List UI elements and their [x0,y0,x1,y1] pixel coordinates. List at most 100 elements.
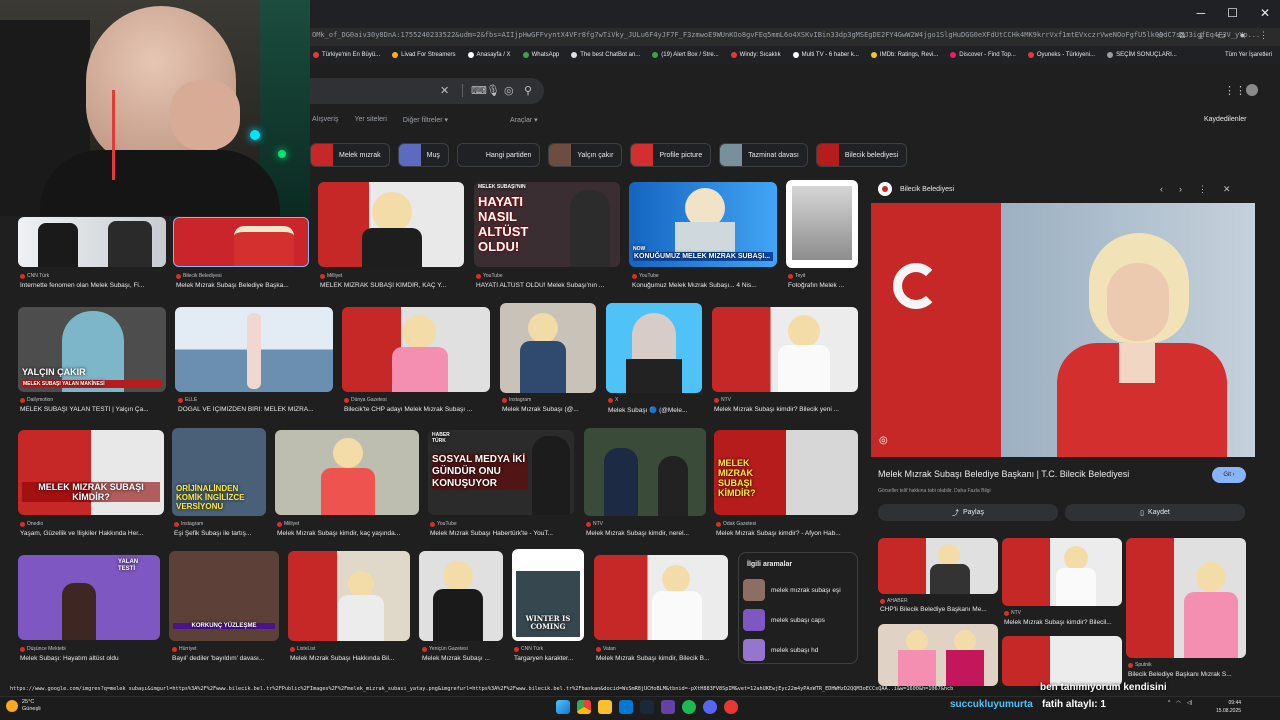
image-thumb-7[interactable]: YALÇIN ÇAKIR MELEK SUBAŞI YALAN MAKİNESİ [18,307,166,392]
download-icon[interactable]: ⤓ [1199,30,1203,41]
image-thumb-15[interactable] [275,430,419,515]
chevron-right-icon[interactable]: › [1179,184,1182,195]
suggestion-chip[interactable]: Yalçın çakır [548,143,623,167]
image-thumb-2[interactable] [173,217,309,267]
related-image-4[interactable] [878,624,998,686]
image-caption[interactable]: Melek Mızrak Subaşı kimdir? Bilecil... [1004,619,1122,626]
keyboard-icon[interactable]: ⌨ [462,84,487,97]
mic-icon[interactable]: 🎙 [486,84,500,97]
app-icon[interactable] [724,700,738,714]
chevron-up-icon[interactable]: ^ [1168,700,1170,706]
share-button[interactable]: ⤴ Paylaş [878,504,1058,521]
preview-image[interactable]: ◎ [871,203,1255,457]
related-image-2[interactable] [1002,538,1122,606]
related-image-5[interactable] [1002,636,1122,686]
edge-icon[interactable] [619,700,633,714]
image-thumb-20[interactable]: KORKUNÇ YÜZLEŞME [169,551,279,641]
image-caption[interactable]: Bilecik Belediye Başkanı Mızrak S... [1128,671,1246,678]
suggestion-chip[interactable]: Bilecik belediyesi [815,143,908,167]
image-caption[interactable]: İnternette fenomen olan Melek Subaşı, Fi… [20,282,166,289]
image-thumb-22[interactable] [419,551,503,641]
image-thumb-19[interactable]: YALAN TESTİ [18,555,160,640]
image-thumb-9[interactable] [342,307,490,392]
image-thumb-17[interactable] [584,428,706,516]
lens-search-icon[interactable]: ◎ [879,435,888,446]
minimize-icon[interactable]: ─ [1197,6,1206,20]
suggestion-chip[interactable]: Profile picture [630,143,712,167]
image-caption[interactable]: Fotoğrafın Melek ... [788,282,858,289]
image-caption[interactable]: Melek Mızrak Subaşı Hakkında Bil... [290,655,410,662]
image-caption[interactable]: Melek Mızrak Subaşı kimdir, Bilecik B... [596,655,728,662]
image-caption[interactable]: Melek Mızrak Subaşı Habertürk'te - YouT.… [430,530,574,537]
suggestion-chip[interactable]: Tazminat davası [719,143,808,167]
image-thumb-23[interactable]: WINTER IS COMING [512,549,584,641]
twitch-icon[interactable] [661,700,675,714]
image-thumb-3[interactable] [318,182,464,267]
image-caption[interactable]: Melek Mızrak Subaşı ... [422,655,502,662]
image-caption[interactable]: CHP'li Bilecik Belediye Başkanı Me... [880,606,998,613]
image-caption[interactable]: Bilecik'te CHP adayı Melek Mızrak Subaşı… [344,406,490,413]
image-caption[interactable]: Yaşam, Güzellik ve İlişkiler Hakkında He… [20,530,164,537]
image-thumb-11[interactable] [606,303,702,393]
image-thumb-12[interactable] [712,307,858,392]
panel-source[interactable]: Bilecik Belediyesi [900,186,954,193]
search-icon[interactable]: ⚲ [524,84,532,97]
panel-title[interactable]: Melek Mızrak Subaşı Belediye Başkanı | T… [878,469,1129,479]
image-caption[interactable]: Melek Subaşı: Hayatım altüst oldu [20,655,160,662]
start-icon[interactable] [556,700,570,714]
weather-widget[interactable]: 25°C Güneşli [6,699,41,713]
image-thumb-24[interactable] [594,555,728,640]
address-bar[interactable]: OMk_of_DG0aiv30y8DnA:1755240233522&udm=2… [310,28,1280,46]
clear-icon[interactable]: ✕ [440,84,449,97]
bookmark-item[interactable]: Anasayfa / X [467,52,511,58]
bookmark-item[interactable]: Livad For Streamers [392,52,456,58]
close-window-icon[interactable]: ✕ [1260,6,1270,20]
image-caption[interactable]: Melek Mızrak Subaşı kimdir, kaç yaşında.… [277,530,419,537]
profile-icon[interactable]: ● [1240,30,1245,41]
image-caption[interactable]: DOĞAL VE İÇİMİZDEN BİRİ: MELEK MIZRA... [178,406,330,413]
image-thumb-10[interactable] [500,303,596,393]
tools-button[interactable]: Araçlar ▾ [510,116,538,124]
tab-sites[interactable]: Yer siteleri [354,116,386,124]
tab-shopping[interactable]: Alışveriş [312,116,338,124]
bookmark-item[interactable]: WhatsApp [522,52,559,58]
related-image-3[interactable] [1126,538,1246,658]
related-image-1[interactable] [878,538,998,594]
menu-icon[interactable]: ⋮ [1259,30,1268,41]
steam-icon[interactable] [640,700,654,714]
discord-icon[interactable] [703,700,717,714]
avatar[interactable] [1246,84,1258,96]
image-caption[interactable]: Konuğumuz Melek Mızrak Subaşı... 4 Nis..… [632,282,776,289]
bookmark-item[interactable]: Windy: Sıcaklık [730,52,781,58]
tab-more-filters[interactable]: Diğer filtreler ▾ [403,116,448,124]
volume-icon[interactable]: ◁) [1187,700,1193,706]
image-caption[interactable]: MELEK MIZRAK SUBAŞI KİMDİR, KAÇ Y... [320,282,464,289]
image-caption[interactable]: Targaryen karakter... [514,655,584,662]
image-caption[interactable]: Melek Mızrak Subaşı Belediye Başka... [176,282,306,289]
image-thumb-14[interactable]: ORİJİNALİNDEN KOMİK İNGİLİZCE VERSİYONU [172,428,266,516]
related-item[interactable]: melek mızrak subaşı eşi [743,579,841,601]
suggestion-chip[interactable]: Hangi partiden [456,143,541,167]
image-caption[interactable]: Eşi Şefik Subaşı ile tartış... [174,530,266,537]
chrome-icon[interactable] [577,700,591,714]
bookmark-item[interactable]: Türkiye'nin En Büyü... [313,52,380,58]
image-thumb-8[interactable] [175,307,333,392]
image-caption[interactable]: Melek Subaşı 🔵 (@Mele... [608,406,702,414]
wifi-icon[interactable]: ◠ [1176,700,1180,706]
bookmark-item[interactable]: Discover - Find Top... [950,52,1016,58]
image-caption[interactable]: Bayıl' dediler 'bayıldım' davası... [172,655,278,662]
image-thumb-1[interactable] [18,217,166,267]
image-thumb-16[interactable]: HABER TÜRK SOSYAL MEDYA İKİ GÜNDÜR ONU K… [428,430,574,515]
chevron-left-icon[interactable]: ‹ [1160,184,1163,195]
all-bookmarks[interactable]: Tüm Yer İşaretleri [1225,52,1280,58]
image-thumb-13[interactable]: MELEK MIZRAK SUBAŞI KİMDİR? [18,430,164,515]
image-thumb-18[interactable]: MELEK MIZRAK SUBAŞI KİMDİR? [714,430,858,515]
bookmark-item[interactable]: The best ChatBot an... [571,52,640,58]
image-thumb-21[interactable] [288,551,410,641]
related-item[interactable]: melek subaşı caps [743,609,825,631]
suggestion-chip[interactable]: Muş [397,143,449,167]
extensions-icon[interactable]: ⧉ [1179,30,1185,41]
close-icon[interactable]: ✕ [1223,184,1231,195]
image-thumb-5[interactable]: NOW KONUĞUMUZ MELEK MIZRAK SUBAŞI... [629,182,777,267]
search-box[interactable]: ✕ ⌨ 🎙 ◎ ⚲ [310,78,544,104]
